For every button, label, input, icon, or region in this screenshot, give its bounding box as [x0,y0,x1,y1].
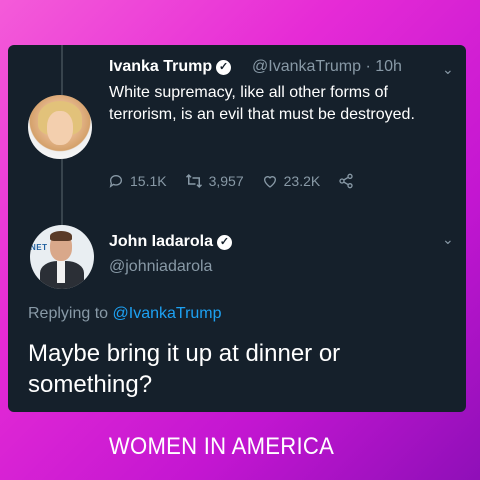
reply-tweet-text: Maybe bring it up at dinner or something… [28,340,341,398]
avatar-ivanka[interactable] [28,95,92,159]
avatar-john[interactable]: NET [30,225,94,289]
reply-button[interactable]: 15.1K [108,173,167,189]
thread-line-top [61,45,63,95]
reply-icon [109,174,123,188]
like-button[interactable]: 23.2K [262,173,321,189]
reply-author-handle[interactable]: @johniadarola [109,258,212,276]
reply-author-name[interactable]: John Iadarola ✓ [109,233,233,251]
replying-to: Replying to @IvankaTrump [28,305,222,323]
author-handle-time: @IvankaTrump · 10h [252,58,402,76]
replying-mention-link[interactable]: @IvankaTrump [113,305,222,322]
like-icon [263,176,276,188]
tweet-time[interactable]: 10h [375,58,402,75]
reply-author-name-text[interactable]: John Iadarola [109,233,213,250]
chevron-down-icon[interactable]: ⌄ [442,231,454,248]
retweet-button[interactable]: 3,957 [185,173,244,189]
separator: · [365,58,371,75]
tweet-actions: 15.1K 3,957 23.2K [108,171,378,191]
tweet-card: Ivanka Trump ✓ @IvankaTrump · 10h ⌄ White… [8,45,466,412]
share-button[interactable] [338,173,360,189]
author-handle[interactable]: @IvankaTrump [252,58,361,75]
tweet-text: White supremacy, like all other forms of… [109,84,415,123]
verified-badge-icon: ✓ [217,235,233,250]
avatar-logo-text: NET [30,243,48,252]
replying-label: Replying to [28,305,109,322]
chevron-down-icon[interactable]: ⌄ [442,61,454,78]
verified-badge-icon: ✓ [216,60,232,75]
footer-caption: WOMEN IN AMERICA [108,433,335,460]
retweet-count: 3,957 [208,173,244,189]
like-count: 23.2K [283,173,321,189]
reply-count: 15.1K [130,173,167,189]
author-name-text[interactable]: Ivanka Trump [109,58,212,75]
share-icon [339,173,353,189]
retweet-icon [185,173,202,189]
author-name[interactable]: Ivanka Trump ✓ [109,58,232,76]
